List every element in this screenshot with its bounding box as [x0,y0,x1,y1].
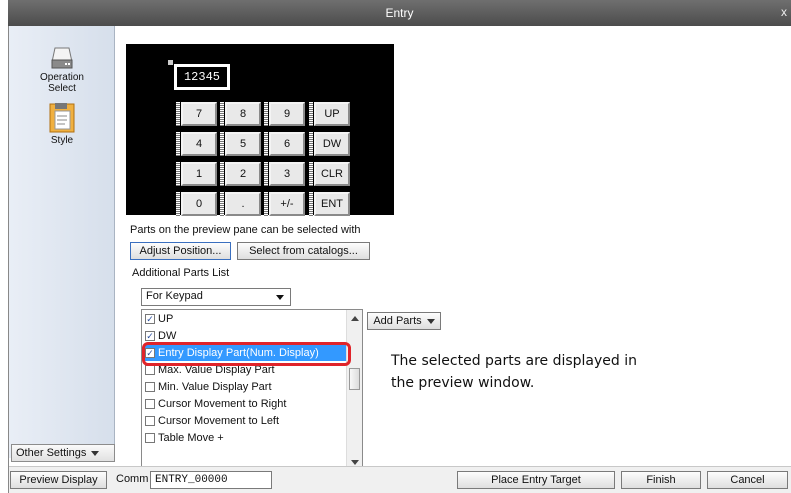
list-item-label: Cursor Movement to Right [158,398,287,410]
key-sign[interactable]: +/- [264,192,305,216]
list-item-label: UP [158,313,174,325]
parts-list[interactable]: ✓ UP ✓ DW ✓ Entry Display Part(Num. Display… [141,309,363,474]
adjust-position-button[interactable]: Adjust Position... [130,242,231,260]
key-9[interactable]: 9 [264,102,305,126]
annotation-text: The selected parts are displayed in the … [391,350,637,394]
other-settings-label: Other Settings [16,447,87,459]
list-scrollbar[interactable] [346,310,362,473]
title-bar: Entry x [8,0,791,26]
preview-display-button[interactable]: Preview Display [10,471,107,489]
list-item[interactable]: Table Move + [144,430,348,446]
sidebar-item-label-operation: Operation Select [40,72,84,94]
bottom-bar: Preview Display Comm ENTRY_00000 Place E… [9,466,791,493]
entry-display-part[interactable]: 12345 [174,64,230,90]
key-2[interactable]: 2 [220,162,261,186]
checkbox[interactable]: ✓ [145,314,155,324]
add-parts-label: Add Parts [373,315,422,327]
chevron-down-icon [426,318,435,324]
list-item[interactable]: Cursor Movement to Left [144,413,348,429]
key-up[interactable]: UP [309,102,350,126]
list-item[interactable]: Cursor Movement to Right [144,396,348,412]
checkbox[interactable] [145,365,155,375]
scroll-thumb[interactable] [349,368,360,390]
list-item[interactable]: ✓ UP [144,311,348,327]
list-item-label: DW [158,330,177,342]
scroll-down-icon[interactable] [351,460,359,465]
checkbox[interactable] [145,433,155,443]
operation-select-icon [51,47,73,69]
key-3[interactable]: 3 [264,162,305,186]
other-settings-button[interactable]: Other Settings [11,444,115,462]
cancel-button[interactable]: Cancel [707,471,788,489]
sidebar-item-style[interactable]: Style [9,103,115,146]
additional-parts-label: Additional Parts List [132,267,230,279]
list-item[interactable]: Min. Value Display Part [144,379,348,395]
sidebar-item-label-style: Style [50,135,74,146]
key-5[interactable]: 5 [220,132,261,156]
preview-pane[interactable]: 12345 7 8 9 UP 4 5 6 DW 1 2 3 CLR 0 . +/… [126,44,394,216]
list-item-label: Min. Value Display Part [158,381,272,393]
key-7[interactable]: 7 [176,102,217,126]
list-item-label: Cursor Movement to Left [158,415,280,427]
key-6[interactable]: 6 [264,132,305,156]
key-4[interactable]: 4 [176,132,217,156]
key-1[interactable]: 1 [176,162,217,186]
checkbox[interactable] [145,416,155,426]
checkbox[interactable] [145,399,155,409]
highlight-callout [142,342,351,366]
preview-hint: Parts on the preview pane can be selecte… [130,224,361,236]
comm-label: Comm [116,473,149,485]
close-icon[interactable]: x [781,5,787,19]
key-dot[interactable]: . [220,192,261,216]
key-dw[interactable]: DW [309,132,350,156]
place-entry-target-button[interactable]: Place Entry Target [457,471,615,489]
entry-dialog: Operation Select Style Other Settings 123… [8,26,791,493]
comm-field[interactable]: ENTRY_00000 [150,471,272,489]
sidebar: Operation Select Style [9,26,115,458]
checkbox[interactable] [145,382,155,392]
key-0[interactable]: 0 [176,192,217,216]
scroll-up-icon[interactable] [351,316,359,321]
sidebar-item-operation-select[interactable]: Operation Select [9,44,115,94]
annotation-line: the preview window. [391,375,535,391]
list-item-label: Table Move + [158,432,224,444]
chevron-down-icon [276,295,284,300]
selection-handle[interactable] [168,60,173,65]
parts-filter-select[interactable]: For Keypad [141,288,291,306]
parts-filter-value: For Keypad [146,290,203,302]
add-parts-button[interactable]: Add Parts [367,312,441,330]
window-title: Entry [385,6,414,20]
checkbox[interactable]: ✓ [145,331,155,341]
annotation-line: The selected parts are displayed in [391,353,638,369]
key-ent[interactable]: ENT [309,192,350,216]
chevron-down-icon [91,450,100,456]
select-from-catalogs-button[interactable]: Select from catalogs... [237,242,370,260]
key-clr[interactable]: CLR [309,162,350,186]
finish-button[interactable]: Finish [621,471,701,489]
display-value: 12345 [177,67,227,87]
style-icon [49,103,75,133]
key-8[interactable]: 8 [220,102,261,126]
